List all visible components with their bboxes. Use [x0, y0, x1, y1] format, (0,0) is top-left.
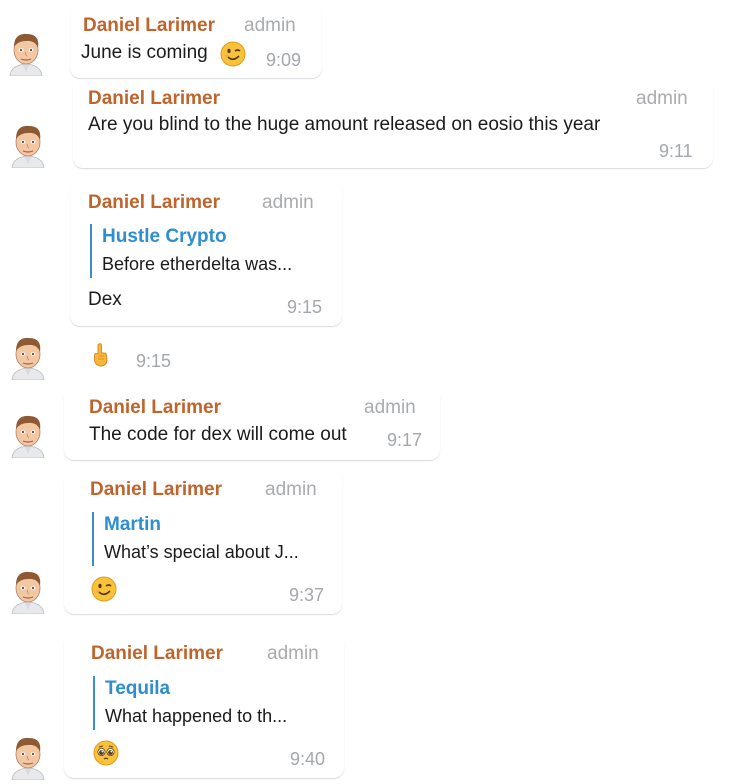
message-timestamp: 9:09	[266, 50, 302, 70]
winking-face-emoji-icon	[91, 576, 117, 602]
reply-quote-text: What’s special about J...	[104, 542, 299, 562]
message-author[interactable]: Daniel Larimer	[89, 397, 221, 419]
avatar-icon[interactable]	[4, 28, 48, 76]
message-author[interactable]: Daniel Larimer	[83, 15, 215, 37]
admin-badge: admin	[267, 643, 319, 664]
message-bubble: Daniel Larimer admin Tequila What happen…	[64, 634, 344, 778]
avatar-icon[interactable]	[6, 332, 50, 380]
admin-badge: admin	[265, 479, 317, 500]
message-author[interactable]: Daniel Larimer	[88, 192, 220, 214]
admin-badge: admin	[636, 88, 688, 109]
admin-badge: admin	[262, 192, 314, 213]
message-bubble: Daniel Larimer admin Hustle Crypto Befor…	[70, 182, 342, 326]
message-bubble: Daniel Larimer admin Are you blind to th…	[73, 80, 713, 168]
winking-face-emoji-icon	[220, 41, 246, 67]
message-timestamp: 9:17	[387, 430, 423, 450]
message-text: Are you blind to the huge amount release…	[88, 114, 601, 135]
message-timestamp: 9:11	[659, 141, 693, 161]
avatar-icon[interactable]	[6, 120, 50, 168]
message-timestamp: 9:15	[136, 351, 172, 371]
reply-quote-author: Tequila	[105, 678, 171, 699]
avatar-icon[interactable]	[6, 566, 50, 614]
pleading-face-emoji-icon	[93, 740, 119, 766]
message-author[interactable]: Daniel Larimer	[88, 88, 220, 110]
reply-quote-author: Martin	[104, 514, 161, 535]
reply-quote-text: Before etherdelta was...	[102, 254, 293, 274]
message-text: The code for dex will come out	[89, 424, 347, 445]
message-timestamp: 9:15	[287, 297, 323, 317]
reply-quote[interactable]: Tequila What happened to th...	[93, 676, 287, 730]
pointing-hand-emoji-icon	[88, 340, 114, 368]
message-bubble: Daniel Larimer admin The code for dex wi…	[64, 388, 440, 460]
avatar-icon[interactable]	[6, 732, 50, 780]
message-timestamp: 9:37	[289, 585, 325, 605]
message-text: June is coming	[81, 42, 208, 63]
admin-badge: admin	[364, 397, 416, 418]
avatar-icon[interactable]	[6, 410, 50, 458]
message-timestamp: 9:40	[290, 749, 326, 769]
reply-quote[interactable]: Hustle Crypto Before etherdelta was...	[90, 224, 292, 278]
message-bubble: Daniel Larimer admin Martin What’s speci…	[64, 470, 342, 614]
reply-quote-author: Hustle Crypto	[102, 226, 227, 247]
message-author[interactable]: Daniel Larimer	[90, 479, 222, 501]
message-author[interactable]: Daniel Larimer	[91, 643, 223, 665]
reply-quote[interactable]: Martin What’s special about J...	[92, 512, 299, 566]
reply-quote-text: What happened to th...	[105, 706, 288, 726]
message-text: Dex	[88, 289, 122, 310]
message-bubble: Daniel Larimer admin June is coming 9:09	[70, 8, 322, 78]
admin-badge: admin	[244, 15, 296, 36]
